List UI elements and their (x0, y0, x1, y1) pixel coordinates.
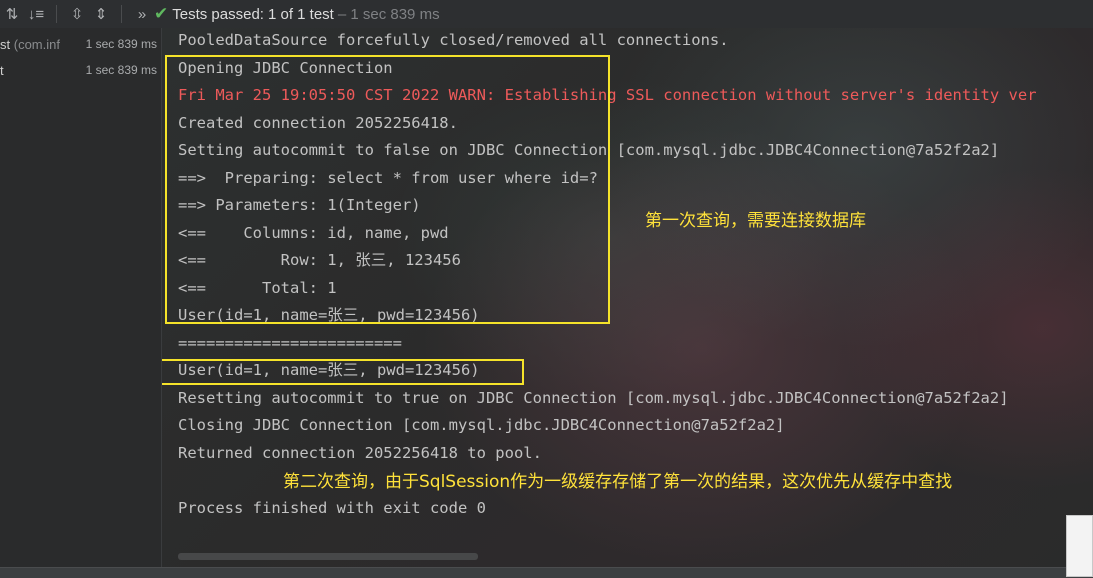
toolbar-divider (56, 5, 57, 23)
test-method-name: t (0, 62, 4, 78)
bottom-toolbar (0, 567, 1093, 578)
second-query-annotation: 第二次查询，由于SqlSession作为一级缓存存储了第一次的结果，这次优先从缓… (283, 472, 953, 492)
console-exit-line: Process finished with exit code 0 (178, 499, 486, 517)
second-query-highlight-box (162, 359, 524, 385)
sort-duration-icon[interactable]: ↓≡ (24, 2, 48, 26)
first-query-highlight-box (165, 55, 610, 324)
overlay-widget (1066, 515, 1093, 577)
sort-icon[interactable]: ⇅ (0, 2, 24, 26)
test-duration: 1 sec 839 ms (85, 37, 157, 51)
expand-all-icon[interactable]: ⇳ (65, 2, 89, 26)
tests-passed-label: Tests passed: (172, 5, 264, 23)
console-line: PooledDataSource forcefully closed/remov… (178, 31, 729, 49)
toolbar-divider (121, 5, 122, 23)
first-query-annotation: 第一次查询，需要连接数据库 (645, 211, 866, 231)
tests-passed-count: 1 of 1 test (267, 5, 334, 23)
test-tree-pane: st (com.inf 1 sec 839 ms t 1 sec 839 ms (0, 28, 162, 577)
console-separator-line: ======================== (178, 334, 402, 352)
collapse-all-icon[interactable]: ⇕ (89, 2, 113, 26)
horizontal-scrollbar[interactable] (178, 553, 478, 560)
tests-passed-time: – 1 sec 839 ms (337, 5, 440, 23)
test-class-name: st (0, 36, 11, 52)
console-output[interactable]: PooledDataSource forcefully closed/remov… (162, 28, 1093, 577)
more-icon[interactable]: » (130, 2, 154, 26)
console-line: Resetting autocommit to true on JDBC Con… (178, 389, 1009, 407)
check-icon: ✔ (154, 4, 169, 23)
test-duration: 1 sec 839 ms (85, 63, 157, 77)
console-line: Closing JDBC Connection [com.mysql.jdbc.… (178, 416, 785, 434)
test-runner-toolbar: ⇅ ↓≡ ⇳ ⇕ » ✔ Tests passed: 1 of 1 test –… (0, 0, 1093, 28)
test-class-package: (com.inf (10, 36, 60, 52)
test-tree-item[interactable]: st (com.inf 1 sec 839 ms (0, 32, 161, 56)
console-line: Returned connection 2052256418 to pool. (178, 444, 542, 462)
test-tree-item[interactable]: t 1 sec 839 ms (0, 58, 161, 82)
